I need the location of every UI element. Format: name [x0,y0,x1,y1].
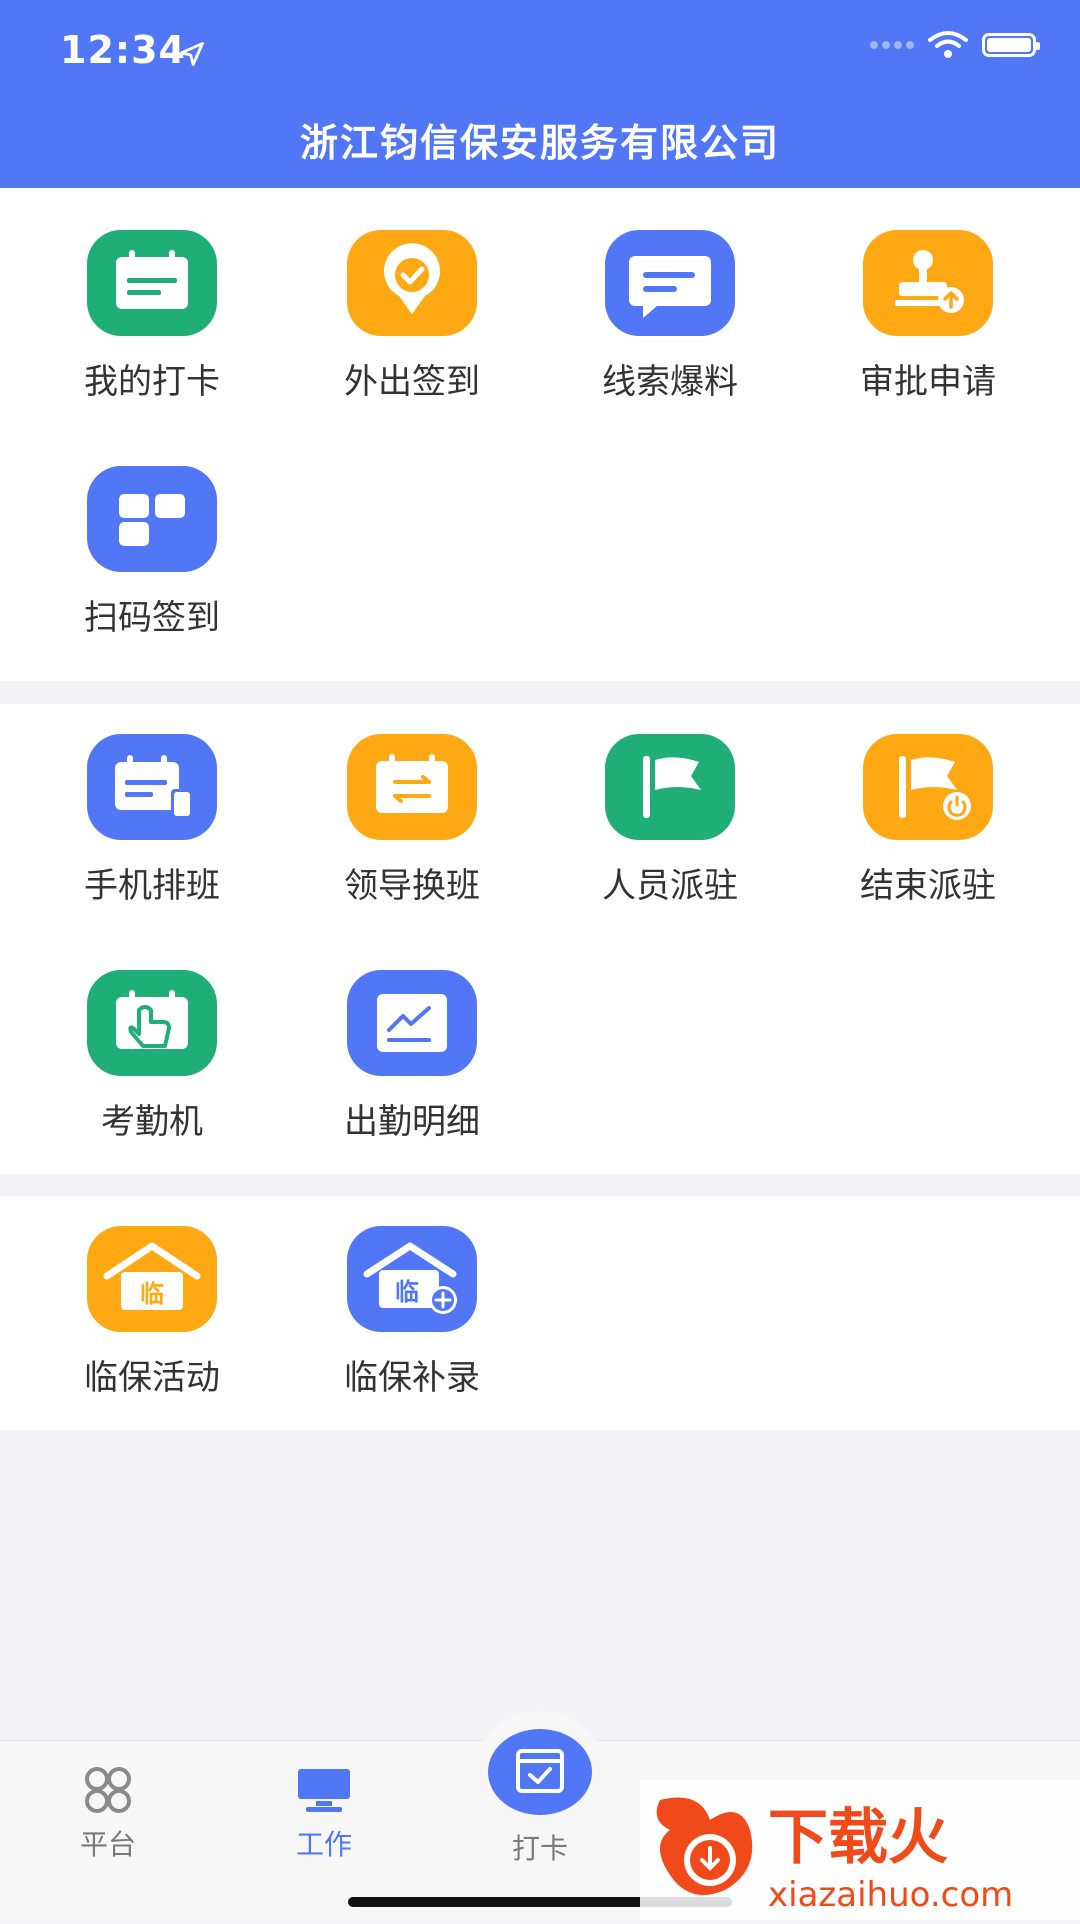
calendar-card-icon [87,230,217,336]
temp-security-supplement-button[interactable]: 临 临保补录 [282,1226,542,1399]
chat-message-icon [605,230,735,336]
status-time: 12:34 [60,28,186,72]
item-label: 我的打卡 [84,362,220,402]
approval-request-button[interactable]: 审批申请 [798,230,1058,403]
tab-label: 打卡 [511,1832,568,1865]
item-label: 结束派驻 [860,866,996,906]
staff-dispatch-button[interactable]: 人员派驻 [540,734,800,907]
item-label: 领导换班 [344,866,480,906]
scan-checkin-button[interactable]: 扫码签到 [22,466,282,639]
hand-touch-icon [87,970,217,1076]
item-label: 考勤机 [101,1102,203,1142]
attendance-machine-button[interactable]: 考勤机 [22,970,282,1143]
punch-card-icon [516,1749,564,1793]
item-label: 外出签到 [344,362,480,402]
temp-security-activity-button[interactable]: 临 临保活动 [22,1226,282,1399]
trend-chart-icon [347,970,477,1076]
item-label: 出勤明细 [344,1102,480,1142]
stamp-upload-icon [863,230,993,336]
location-arrow-icon [180,42,204,66]
item-label: 审批申请 [860,362,996,402]
house-lin-icon: 临 [87,1226,217,1332]
temp-security-section: 临 临保活动 临 临保补录 [0,1196,1080,1430]
watermark-text: 下载火 [768,1803,948,1873]
watermark-logo: 下载火 xiazaihuo.com [640,1780,1080,1920]
leader-shift-swap-button[interactable]: 领导换班 [282,734,542,907]
house-glyph: 临 [395,1278,419,1306]
item-label: 人员派驻 [602,866,738,906]
punch-card-button[interactable] [488,1729,592,1815]
tab-label: 工作 [295,1828,352,1861]
status-indicators [870,30,1040,60]
grid-circles-icon [85,1767,131,1813]
end-dispatch-button[interactable]: 结束派驻 [798,734,1058,907]
mobile-schedule-button[interactable]: 手机排班 [22,734,282,907]
item-label: 线索爆料 [602,362,738,402]
item-label: 临保补录 [344,1358,480,1398]
my-punch-button[interactable]: 我的打卡 [22,230,282,403]
item-label: 扫码签到 [84,598,220,638]
item-label: 临保活动 [84,1358,220,1398]
flag-icon [605,734,735,840]
house-glyph: 临 [140,1280,164,1308]
signal-icon [870,41,914,49]
item-label: 手机排班 [84,866,220,906]
qr-blocks-icon [87,466,217,572]
page-title: 浙江钧信保安服务有限公司 [299,121,780,165]
app-header: 12:34 浙江钧信保安服务有限公司 [0,0,1080,188]
watermark-url: xiazaihuo.com [768,1875,1013,1915]
outing-checkin-button[interactable]: 外出签到 [282,230,542,403]
battery-icon [982,33,1040,57]
location-check-icon [347,230,477,336]
tab-platform[interactable]: 平台 [18,1765,198,1863]
clue-report-button[interactable]: 线索爆料 [540,230,800,403]
schedule-section: 手机排班 领导换班 人员派驻 结束派驻 考勤机 出勤明细 [0,704,1080,1174]
flag-power-icon [863,734,993,840]
tab-label: 平台 [79,1828,136,1861]
quick-actions-section: 我的打卡 外出签到 线索爆料 审批申请 扫码签到 [0,188,1080,681]
house-lin-add-icon: 临 [347,1226,477,1332]
monitor-icon [298,1769,350,1812]
tab-punch[interactable]: 打卡 [450,1827,630,1867]
wifi-icon [928,31,968,58]
tab-work[interactable]: 工作 [234,1765,414,1863]
calendar-phone-icon [87,734,217,840]
attendance-detail-button[interactable]: 出勤明细 [282,970,542,1143]
swap-calendar-icon [347,734,477,840]
